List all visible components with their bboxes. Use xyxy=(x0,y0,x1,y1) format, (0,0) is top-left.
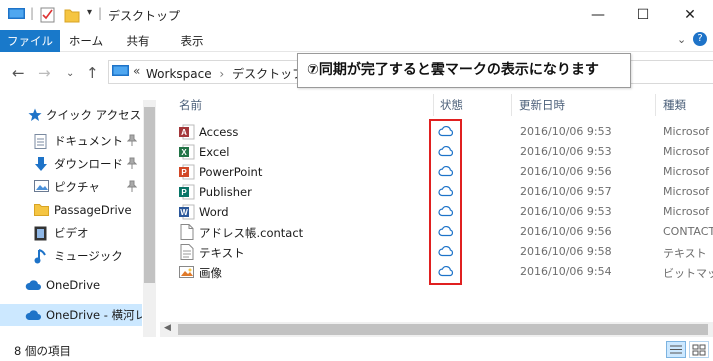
title-bar: | ▾ | デスクトップ — ☐ ✕ xyxy=(0,0,713,30)
forward-icon[interactable]: → xyxy=(38,64,51,82)
picture-icon xyxy=(34,180,49,192)
maximize-button[interactable]: ☐ xyxy=(620,0,666,30)
svg-text:P: P xyxy=(181,168,187,177)
column-header-type[interactable]: 種類 xyxy=(663,97,686,113)
tab-share[interactable]: 共有 xyxy=(116,30,160,52)
nav-passagedrive[interactable]: PassageDrive xyxy=(0,199,142,221)
nav-music[interactable]: ミュージック xyxy=(0,245,142,267)
address-path: Workspace › デスクトップ xyxy=(146,65,304,82)
nav-scrollbar-thumb[interactable] xyxy=(144,107,155,283)
svg-text:A: A xyxy=(181,128,187,137)
properties-icon[interactable] xyxy=(40,7,56,23)
document-icon xyxy=(34,134,47,149)
nav-videos[interactable]: ビデオ xyxy=(0,222,142,244)
details-view-button[interactable] xyxy=(666,341,686,358)
toolbar-divider: | xyxy=(30,6,35,20)
pin-icon[interactable] xyxy=(127,180,137,192)
music-icon xyxy=(34,249,46,264)
horizontal-scrollbar-thumb[interactable] xyxy=(178,324,708,335)
quick-access-dropdown-icon[interactable]: ▾ xyxy=(87,7,92,18)
ribbon-expand-icon[interactable]: ⌄ xyxy=(677,33,686,46)
large-icons-view-button[interactable] xyxy=(689,341,709,358)
svg-text:P: P xyxy=(181,188,187,197)
column-header-date[interactable]: 更新日時 xyxy=(519,97,565,113)
details-view-icon xyxy=(670,345,682,354)
address-overflow[interactable]: « xyxy=(133,64,140,78)
column-divider[interactable] xyxy=(511,94,512,116)
video-icon xyxy=(34,226,47,241)
column-header-name[interactable]: 名前 xyxy=(179,97,202,113)
contact-file-icon xyxy=(180,224,194,240)
powerpoint-icon: P xyxy=(179,164,195,180)
help-icon[interactable]: ? xyxy=(693,32,707,46)
access-icon: A xyxy=(179,124,195,140)
breadcrumb-workspace[interactable]: Workspace xyxy=(146,67,212,81)
annotation-callout: ⑦同期が完了すると雲マークの表示になります xyxy=(297,53,631,88)
up-icon[interactable]: ↑ xyxy=(86,64,99,82)
new-folder-icon[interactable] xyxy=(64,7,80,23)
nav-onedrive-business[interactable]: OneDrive - 横河レ xyxy=(0,304,142,326)
cloud-icon xyxy=(25,280,41,290)
explorer-window-icon[interactable] xyxy=(8,7,26,21)
column-divider[interactable] xyxy=(655,94,656,116)
star-icon xyxy=(28,108,42,121)
tab-view[interactable]: 表示 xyxy=(170,30,214,52)
pin-icon[interactable] xyxy=(127,157,137,169)
nav-quick-access[interactable]: クイック アクセス xyxy=(0,104,142,126)
window-title: デスクトップ xyxy=(108,9,181,23)
title-divider: | xyxy=(98,6,103,20)
breadcrumb-separator: › xyxy=(219,67,225,81)
text-file-icon xyxy=(180,244,194,260)
nav-onedrive[interactable]: OneDrive xyxy=(0,274,142,296)
item-count: 8 個の項目 xyxy=(14,344,71,358)
pin-icon[interactable] xyxy=(127,134,137,146)
status-bar xyxy=(0,337,713,361)
publisher-icon: P xyxy=(179,184,195,200)
tab-home[interactable]: ホーム xyxy=(64,30,108,52)
status-highlight-box xyxy=(429,119,462,285)
minimize-button[interactable]: — xyxy=(575,0,621,30)
tab-file[interactable]: ファイル xyxy=(0,30,60,52)
image-file-icon xyxy=(179,266,194,278)
column-header-status[interactable]: 状態 xyxy=(440,97,463,113)
desktop-location-icon xyxy=(112,65,129,76)
cloud-icon xyxy=(25,310,41,320)
recent-locations-icon[interactable]: ⌄ xyxy=(66,68,74,79)
navigation-pane: クイック アクセス ドキュメント ダウンロード ピクチャ PassageDriv… xyxy=(0,92,156,337)
ribbon-tabs: ファイル ホーム 共有 表示 ⌄ ? xyxy=(0,30,713,52)
back-icon[interactable]: ← xyxy=(12,64,25,82)
svg-text:W: W xyxy=(180,208,188,217)
nav-downloads[interactable]: ダウンロード xyxy=(0,153,142,175)
word-icon: W xyxy=(179,204,195,220)
nav-pictures[interactable]: ピクチャ xyxy=(0,176,142,198)
column-divider[interactable] xyxy=(433,94,434,116)
download-icon xyxy=(35,157,47,171)
svg-text:X: X xyxy=(181,148,187,157)
folder-icon xyxy=(34,204,49,216)
close-button[interactable]: ✕ xyxy=(667,0,713,30)
large-icons-view-icon xyxy=(692,344,706,356)
scroll-left-icon[interactable]: ◀ xyxy=(164,323,171,333)
breadcrumb-desktop[interactable]: デスクトップ xyxy=(232,67,304,81)
nav-documents[interactable]: ドキュメント xyxy=(0,130,142,152)
excel-icon: X xyxy=(179,144,195,160)
